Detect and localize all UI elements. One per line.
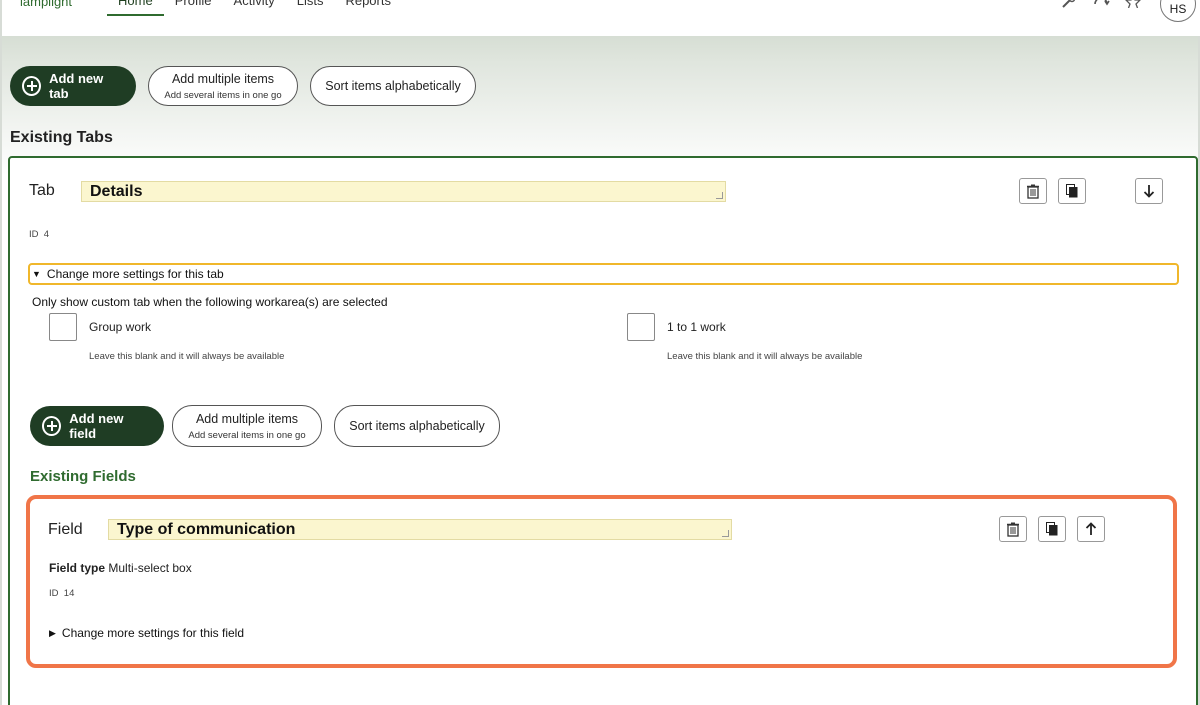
field-label: Field: [48, 521, 83, 538]
brand-logo[interactable]: lamplight: [20, 0, 72, 9]
move-field-up-button[interactable]: [1077, 516, 1105, 542]
tab-id-label: ID: [29, 229, 39, 240]
add-multiple-fields-button[interactable]: Add multiple items Add several items in …: [172, 405, 322, 447]
field-id-label: ID: [49, 588, 59, 599]
sort-fields-button[interactable]: Sort items alphabetically: [334, 405, 500, 447]
tab-more-settings-label: Change more settings for this tab: [46, 267, 224, 281]
nav-icons: [1060, 0, 1142, 10]
triangle-down-icon: ▼: [32, 269, 41, 279]
nav-activity[interactable]: Activity: [223, 0, 286, 16]
nav-profile[interactable]: Profile: [164, 0, 223, 16]
trash-icon: [1007, 522, 1019, 537]
workarea-help-group-work: Leave this blank and it will always be a…: [89, 351, 285, 362]
field-type: Field type Multi-select box: [49, 561, 192, 575]
workarea-label-group-work: Group work: [89, 320, 152, 334]
sort-label: Sort items alphabetically: [325, 79, 461, 93]
nav-lists[interactable]: Lists: [286, 0, 335, 16]
add-new-field-button[interactable]: Add new field: [30, 406, 164, 446]
nav-reports[interactable]: Reports: [334, 0, 402, 16]
workarea-checkbox-1to1-work[interactable]: [627, 313, 655, 341]
tab-id-value: 4: [43, 229, 50, 240]
field-id: ID 14: [49, 588, 74, 599]
user-avatar[interactable]: HS: [1160, 0, 1196, 22]
plus-circle-icon: [42, 416, 62, 436]
add-multiple-fields-label: Add multiple items: [195, 411, 299, 426]
arrow-up-icon: [1085, 522, 1097, 535]
tab-more-settings-toggle[interactable]: ▼ Change more settings for this tab: [28, 263, 1179, 285]
tab-name-input[interactable]: Details: [81, 181, 726, 202]
move-tab-down-button[interactable]: [1135, 178, 1163, 204]
tab-id: ID 4: [29, 229, 49, 240]
page-frame: lamplight Home Profile Activity Lists Re…: [0, 0, 1200, 705]
sync-icon[interactable]: [1092, 0, 1110, 10]
arrow-down-icon: [1143, 185, 1155, 198]
triangle-right-icon: ▶: [49, 627, 56, 638]
nav-home[interactable]: Home: [107, 0, 164, 16]
field-panel: Field Type of communication Field type M…: [26, 495, 1177, 668]
tab-label: Tab: [29, 182, 55, 199]
wrench-icon[interactable]: [1060, 0, 1078, 10]
add-multiple-label: Add multiple items: [171, 71, 275, 86]
field-type-label: Field type: [49, 561, 106, 575]
workarea-title: Only show custom tab when the following …: [32, 295, 388, 309]
trash-icon: [1027, 184, 1039, 199]
sort-fields-label: Sort items alphabetically: [349, 419, 485, 433]
add-multiple-fields-sub: Add several items in one go: [188, 429, 306, 441]
workarea-label-1to1-work: 1 to 1 work: [667, 320, 726, 334]
add-new-tab-label: Add new tab: [49, 71, 104, 101]
field-type-value: Multi-select box: [108, 561, 192, 575]
field-id-value: 14: [63, 588, 75, 599]
workarea-checkbox-group-work[interactable]: [49, 313, 77, 341]
workarea-help-1to1-work: Leave this blank and it will always be a…: [667, 351, 863, 362]
delete-field-button[interactable]: [999, 516, 1027, 542]
field-more-settings-toggle[interactable]: ▶ Change more settings for this field: [49, 626, 244, 640]
top-nav: lamplight Home Profile Activity Lists Re…: [2, 0, 1200, 36]
add-multiple-sub: Add several items in one go: [164, 89, 282, 101]
add-multiple-tabs-button[interactable]: Add multiple items Add several items in …: [148, 66, 298, 106]
copy-field-button[interactable]: [1038, 516, 1066, 542]
copy-icon: [1066, 184, 1078, 198]
add-new-field-label: Add new field: [69, 411, 124, 441]
delete-tab-button[interactable]: [1019, 178, 1047, 204]
existing-tabs-heading: Existing Tabs: [10, 129, 113, 146]
existing-fields-heading: Existing Fields: [30, 468, 136, 485]
field-name-input[interactable]: Type of communication: [108, 519, 732, 540]
copy-tab-button[interactable]: [1058, 178, 1086, 204]
add-new-tab-button[interactable]: Add new tab: [10, 66, 136, 106]
star-icon[interactable]: [1124, 0, 1142, 10]
copy-icon: [1046, 522, 1058, 536]
sort-tabs-button[interactable]: Sort items alphabetically: [310, 66, 476, 106]
nav-links: Home Profile Activity Lists Reports: [107, 0, 402, 16]
field-more-settings-label: Change more settings for this field: [61, 626, 245, 640]
plus-circle-icon: [22, 76, 42, 96]
